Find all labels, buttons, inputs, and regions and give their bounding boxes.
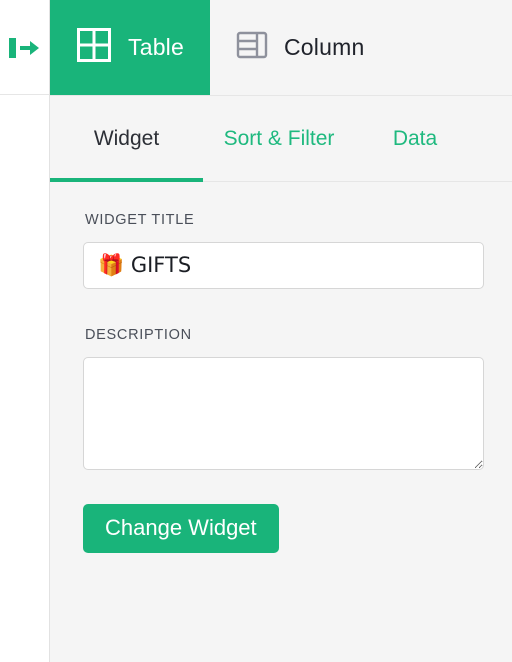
change-widget-button[interactable]: Change Widget — [83, 504, 279, 553]
subtab-data-label: Data — [392, 126, 438, 150]
left-rail — [0, 0, 50, 662]
description-label: DESCRIPTION — [85, 327, 192, 343]
grid-2x2-icon — [76, 27, 112, 68]
tab-column[interactable]: Column — [210, 0, 390, 95]
subtab-data[interactable]: Data — [355, 96, 475, 181]
tab-table[interactable]: Table — [50, 0, 210, 95]
subtab-sort-filter[interactable]: Sort & Filter — [203, 96, 355, 181]
settings-subtabs: Widget Sort & Filter Data — [50, 96, 512, 182]
widget-type-tabbar: Table Column — [50, 0, 512, 96]
widget-form: WIDGET TITLE DESCRIPTION Change Widget — [50, 182, 512, 553]
description-textarea[interactable] — [83, 357, 484, 470]
widget-settings-panel: Table Column Widget Sort & Filter Data W… — [0, 0, 512, 662]
subtab-widget-label: Widget — [93, 126, 160, 150]
sign-in-arrow-icon[interactable] — [8, 33, 42, 63]
tab-table-label: Table — [128, 34, 184, 60]
subtab-widget[interactable]: Widget — [50, 96, 203, 182]
table-column-icon — [236, 29, 268, 66]
widget-title-label: WIDGET TITLE — [85, 212, 195, 228]
widget-title-input[interactable] — [83, 242, 484, 289]
subtab-sort-filter-label: Sort & Filter — [223, 126, 335, 150]
settings-panel: Widget Sort & Filter Data WIDGET TITLE D… — [50, 96, 512, 662]
tab-column-label: Column — [283, 34, 365, 60]
